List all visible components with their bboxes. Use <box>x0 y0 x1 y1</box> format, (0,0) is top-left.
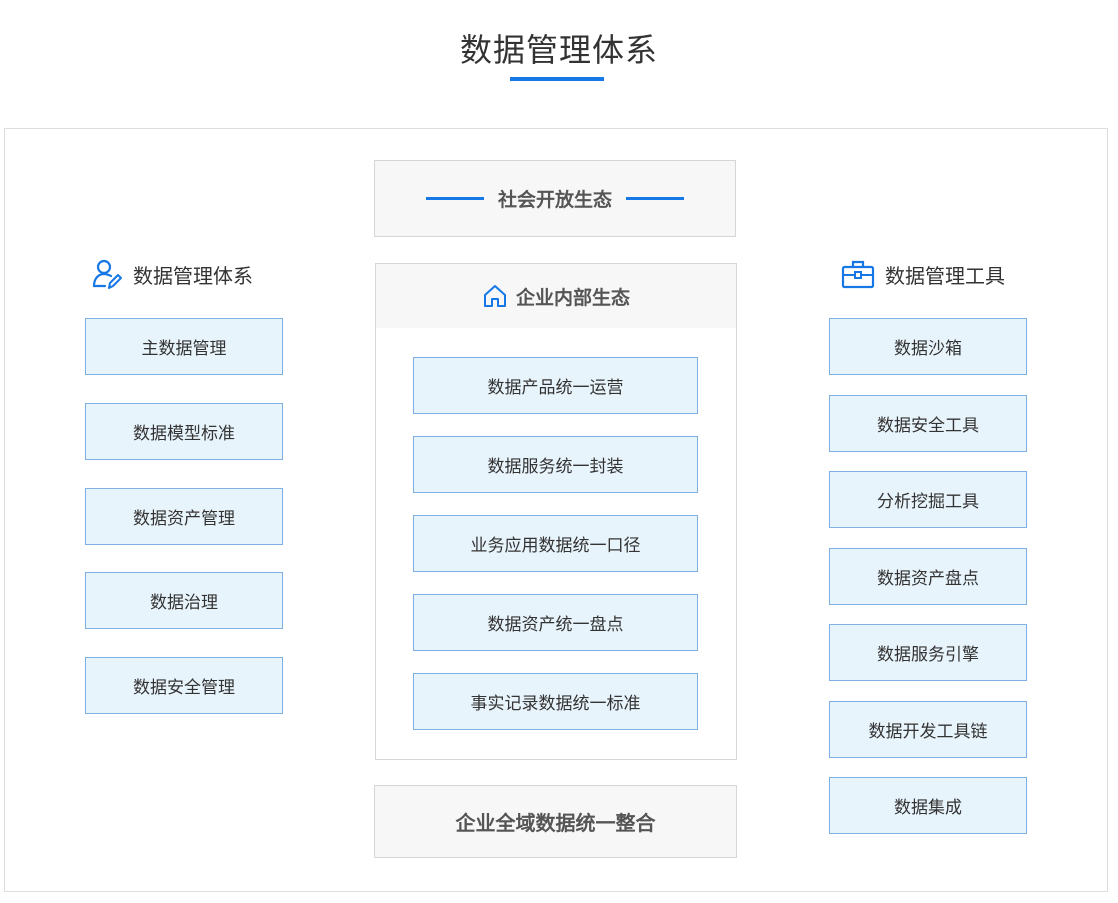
data-integration-panel: 企业全域数据统一整合 <box>374 785 737 858</box>
right-item-data-security-tool[interactable]: 数据安全工具 <box>829 395 1027 452</box>
left-column-header: 数据管理体系 <box>91 256 253 292</box>
enterprise-ecosystem-header: 企业内部生态 <box>376 264 736 328</box>
left-item-data-asset-management[interactable]: 数据资产管理 <box>85 488 283 545</box>
right-item-data-sandbox[interactable]: 数据沙箱 <box>829 318 1027 375</box>
center-item-product-operations[interactable]: 数据产品统一运营 <box>413 357 698 414</box>
left-item-data-security-management[interactable]: 数据安全管理 <box>85 657 283 714</box>
center-item-fact-record-standard[interactable]: 事实记录数据统一标准 <box>413 673 698 730</box>
right-item-data-asset-inventory[interactable]: 数据资产盘点 <box>829 548 1027 605</box>
left-accent-line <box>425 197 484 200</box>
left-item-data-model-standard[interactable]: 数据模型标准 <box>85 403 283 460</box>
right-accent-line <box>626 197 684 200</box>
title-underline <box>510 77 604 81</box>
center-item-unified-caliber[interactable]: 业务应用数据统一口径 <box>413 515 698 572</box>
center-item-asset-inventory[interactable]: 数据资产统一盘点 <box>413 594 698 651</box>
left-column-title: 数据管理体系 <box>133 263 253 288</box>
page-title: 数据管理体系 <box>459 31 658 69</box>
right-item-analysis-mining-tool[interactable]: 分析挖掘工具 <box>829 471 1027 528</box>
center-item-service-encapsulation[interactable]: 数据服务统一封装 <box>413 436 698 493</box>
toolbox-icon <box>841 260 875 289</box>
right-item-data-integration[interactable]: 数据集成 <box>829 777 1027 834</box>
right-item-data-service-engine[interactable]: 数据服务引擎 <box>829 624 1027 681</box>
right-column-title: 数据管理工具 <box>885 263 1005 288</box>
left-item-data-governance[interactable]: 数据治理 <box>85 572 283 629</box>
right-item-dev-toolchain[interactable]: 数据开发工具链 <box>829 701 1027 758</box>
user-edit-icon <box>92 259 122 289</box>
home-icon <box>483 285 506 307</box>
left-item-master-data[interactable]: 主数据管理 <box>85 318 283 375</box>
enterprise-ecosystem-title: 企业内部生态 <box>515 286 630 309</box>
social-ecosystem-label: 社会开放生态 <box>497 189 612 211</box>
social-ecosystem-panel: 社会开放生态 <box>374 160 736 237</box>
right-column-header: 数据管理工具 <box>841 256 1005 292</box>
data-integration-label: 企业全域数据统一整合 <box>455 811 656 835</box>
